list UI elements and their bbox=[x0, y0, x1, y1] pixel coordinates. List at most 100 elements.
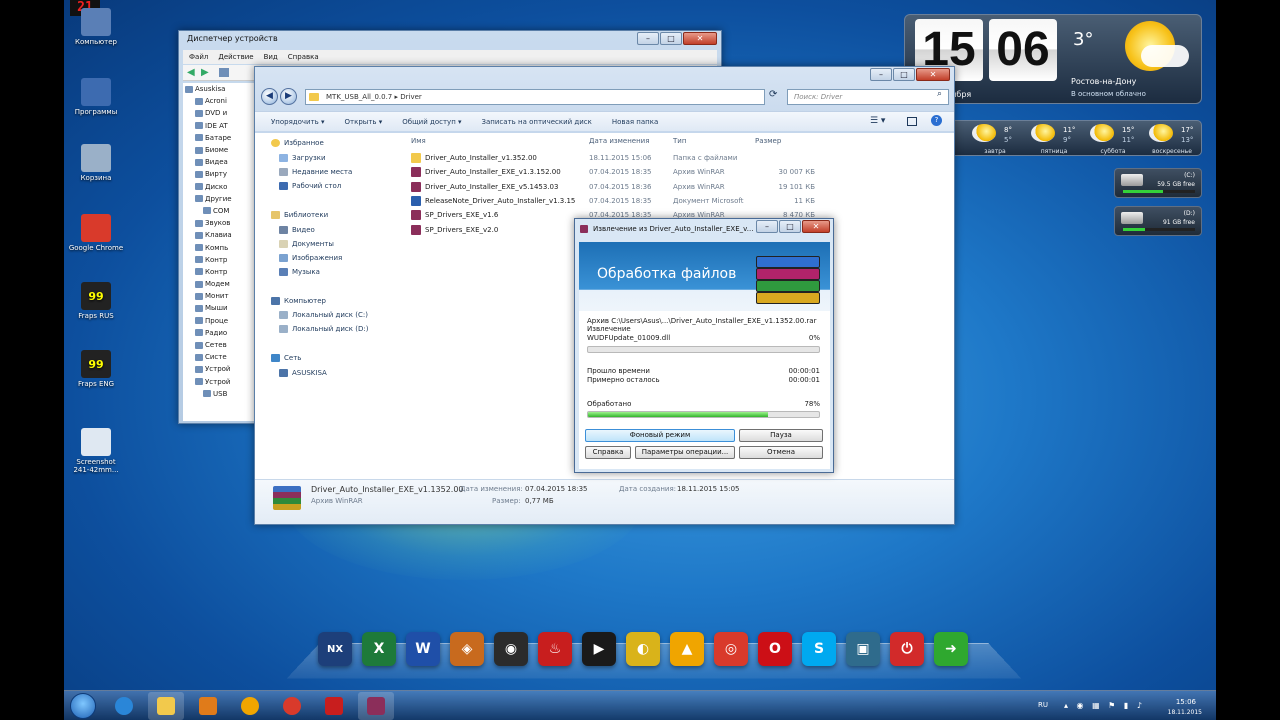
nav-drive-d[interactable]: Локальный диск (D:) bbox=[279, 325, 368, 333]
excel-icon[interactable]: X bbox=[362, 632, 396, 666]
device-tree-item[interactable]: Контр bbox=[183, 254, 255, 266]
screenshot-icon[interactable]: ▣ bbox=[846, 632, 880, 666]
maximize-button[interactable]: □ bbox=[660, 32, 682, 45]
device-tree[interactable]: Asuskisa Acroni DVD и IDE AT Батаре Биоме Виде… bbox=[183, 83, 255, 421]
device-tree-item[interactable]: Устрой bbox=[183, 376, 255, 388]
command-0[interactable]: Упорядочить ▾ bbox=[271, 118, 325, 126]
menu-item[interactable]: Файл bbox=[189, 50, 208, 64]
properties-icon[interactable] bbox=[219, 68, 229, 77]
device-tree-item[interactable]: Диско bbox=[183, 181, 255, 193]
navigation-pane[interactable]: Избранное Загрузки Недавние места Рабочи… bbox=[255, 133, 399, 479]
device-tree-item[interactable]: Радио bbox=[183, 327, 255, 339]
view-options-icon[interactable]: ☰ ▾ bbox=[870, 116, 885, 126]
operation-params-button[interactable]: Параметры операции... bbox=[635, 446, 735, 459]
device-tree-item[interactable]: Систе bbox=[183, 351, 255, 363]
column-date[interactable]: Дата изменения bbox=[589, 137, 649, 145]
back-arrow-icon[interactable]: ◀ bbox=[187, 67, 195, 78]
taskbar-button[interactable] bbox=[106, 692, 142, 720]
nav-favorites[interactable]: Избранное bbox=[271, 139, 324, 147]
nav-computer[interactable]: Компьютер bbox=[271, 297, 326, 305]
power-icon[interactable]: ⏻ bbox=[890, 632, 924, 666]
eye-icon[interactable]: ◈ bbox=[450, 632, 484, 666]
device-tree-item[interactable]: Asuskisa bbox=[183, 83, 255, 95]
background-mode-button[interactable]: Фоновый режим bbox=[585, 429, 735, 442]
taskbar-button[interactable] bbox=[358, 692, 394, 720]
flame-icon[interactable]: ♨ bbox=[538, 632, 572, 666]
device-tree-item[interactable]: USB bbox=[183, 388, 255, 400]
taskbar-button[interactable] bbox=[316, 692, 352, 720]
nav-documents[interactable]: Документы bbox=[279, 240, 334, 248]
skype-icon[interactable]: S bbox=[802, 632, 836, 666]
exit-icon[interactable]: ➜ bbox=[934, 632, 968, 666]
media-player-icon[interactable]: ▶ bbox=[582, 632, 616, 666]
device-tree-item[interactable]: Другие bbox=[183, 193, 255, 205]
device-tree-item[interactable]: Проце bbox=[183, 315, 255, 327]
device-tree-item[interactable]: Acroni bbox=[183, 95, 255, 107]
menu-item[interactable]: Справка bbox=[288, 50, 319, 64]
opera-icon[interactable]: O bbox=[758, 632, 792, 666]
file-row[interactable]: Driver_Auto_Installer_EXE_v5.1453.03 07.0… bbox=[411, 180, 944, 194]
command-1[interactable]: Открыть ▾ bbox=[345, 118, 383, 126]
tray-icons[interactable]: ▴ ◉ ▦ ⚑ ▮ ♪ bbox=[1064, 701, 1145, 710]
aimp-icon[interactable]: ▲ bbox=[670, 632, 704, 666]
command-2[interactable]: Общий доступ ▾ bbox=[402, 118, 461, 126]
nav-pc-asuskisa[interactable]: ASUSKISA bbox=[279, 369, 327, 377]
start-button[interactable] bbox=[70, 693, 96, 719]
nav-downloads[interactable]: Загрузки bbox=[279, 154, 326, 162]
close-button[interactable]: ✕ bbox=[916, 68, 950, 81]
maximize-button[interactable]: □ bbox=[893, 68, 915, 81]
close-button[interactable]: ✕ bbox=[802, 220, 830, 233]
nav-recent[interactable]: Недавние места bbox=[279, 168, 352, 176]
file-row[interactable]: Driver_Auto_Installer_v1.352.00 18.11.201… bbox=[411, 151, 944, 165]
device-tree-item[interactable]: Монит bbox=[183, 290, 255, 302]
nav-drive-c[interactable]: Локальный диск (C:) bbox=[279, 311, 368, 319]
refresh-icon[interactable]: ⟳ bbox=[769, 89, 777, 100]
menu-item[interactable]: Вид bbox=[264, 50, 278, 64]
nav-music[interactable]: Музыка bbox=[279, 268, 320, 276]
taskbar-button[interactable] bbox=[190, 692, 226, 720]
minimize-button[interactable]: – bbox=[870, 68, 892, 81]
command-4[interactable]: Новая папка bbox=[612, 118, 658, 126]
nav-pictures[interactable]: Изображения bbox=[279, 254, 342, 262]
search-icon[interactable]: ⌕ bbox=[937, 89, 942, 99]
pause-button[interactable]: Пауза bbox=[739, 429, 823, 442]
forward-arrow-icon[interactable]: ▶ bbox=[201, 67, 209, 78]
nav-video[interactable]: Видео bbox=[279, 226, 315, 234]
taskbar-date[interactable]: 18.11.2015 bbox=[1168, 709, 1202, 716]
taskbar-button[interactable] bbox=[148, 692, 184, 720]
language-indicator[interactable]: RU bbox=[1038, 701, 1048, 709]
help-icon[interactable]: ? bbox=[931, 115, 942, 126]
device-tree-item[interactable]: Звуков bbox=[183, 217, 255, 229]
file-row[interactable]: ReleaseNote_Driver_Auto_Installer_v1.3.1… bbox=[411, 194, 944, 208]
desktop-icon-3[interactable]: Google Chrome bbox=[68, 214, 124, 252]
device-tree-item[interactable]: Видеа bbox=[183, 156, 255, 168]
device-tree-item[interactable]: Биоме bbox=[183, 144, 255, 156]
desktop-icon-0[interactable]: Компьютер bbox=[68, 8, 124, 46]
device-tree-item[interactable]: Мыши bbox=[183, 302, 255, 314]
minimize-button[interactable]: – bbox=[756, 220, 778, 233]
disc-icon[interactable]: ◐ bbox=[626, 632, 660, 666]
command-3[interactable]: Записать на оптический диск bbox=[482, 118, 592, 126]
menu-item[interactable]: Действие bbox=[218, 50, 253, 64]
taskbar-time[interactable]: 15:06 bbox=[1176, 698, 1196, 706]
device-tree-item[interactable]: Контр bbox=[183, 266, 255, 278]
device-tree-item[interactable]: Компь bbox=[183, 241, 255, 253]
camera-icon[interactable]: ◉ bbox=[494, 632, 528, 666]
device-tree-item[interactable]: IDE AT bbox=[183, 120, 255, 132]
desktop-icon-2[interactable]: Корзина bbox=[68, 144, 124, 182]
close-button[interactable]: ✕ bbox=[683, 32, 717, 45]
taskbar-button[interactable] bbox=[274, 692, 310, 720]
device-tree-item[interactable]: Клавиа bbox=[183, 229, 255, 241]
word-icon[interactable]: W bbox=[406, 632, 440, 666]
desktop-icon-5[interactable]: 99 Fraps ENG bbox=[68, 350, 124, 388]
cancel-button[interactable]: Отмена bbox=[739, 446, 823, 459]
drive-gadget[interactable]: (D:) 91 GB free bbox=[1114, 206, 1202, 236]
column-size[interactable]: Размер bbox=[755, 137, 781, 145]
winrar-extract-dialog[interactable]: Извлечение из Driver_Auto_Installer_EXE_… bbox=[574, 218, 834, 473]
device-tree-item[interactable]: Батаре bbox=[183, 132, 255, 144]
device-tree-item[interactable]: Модем bbox=[183, 278, 255, 290]
nav-libraries[interactable]: Библиотеки bbox=[271, 211, 328, 219]
maximize-button[interactable]: □ bbox=[779, 220, 801, 233]
taskbar-button[interactable] bbox=[232, 692, 268, 720]
minimize-button[interactable]: – bbox=[637, 32, 659, 45]
